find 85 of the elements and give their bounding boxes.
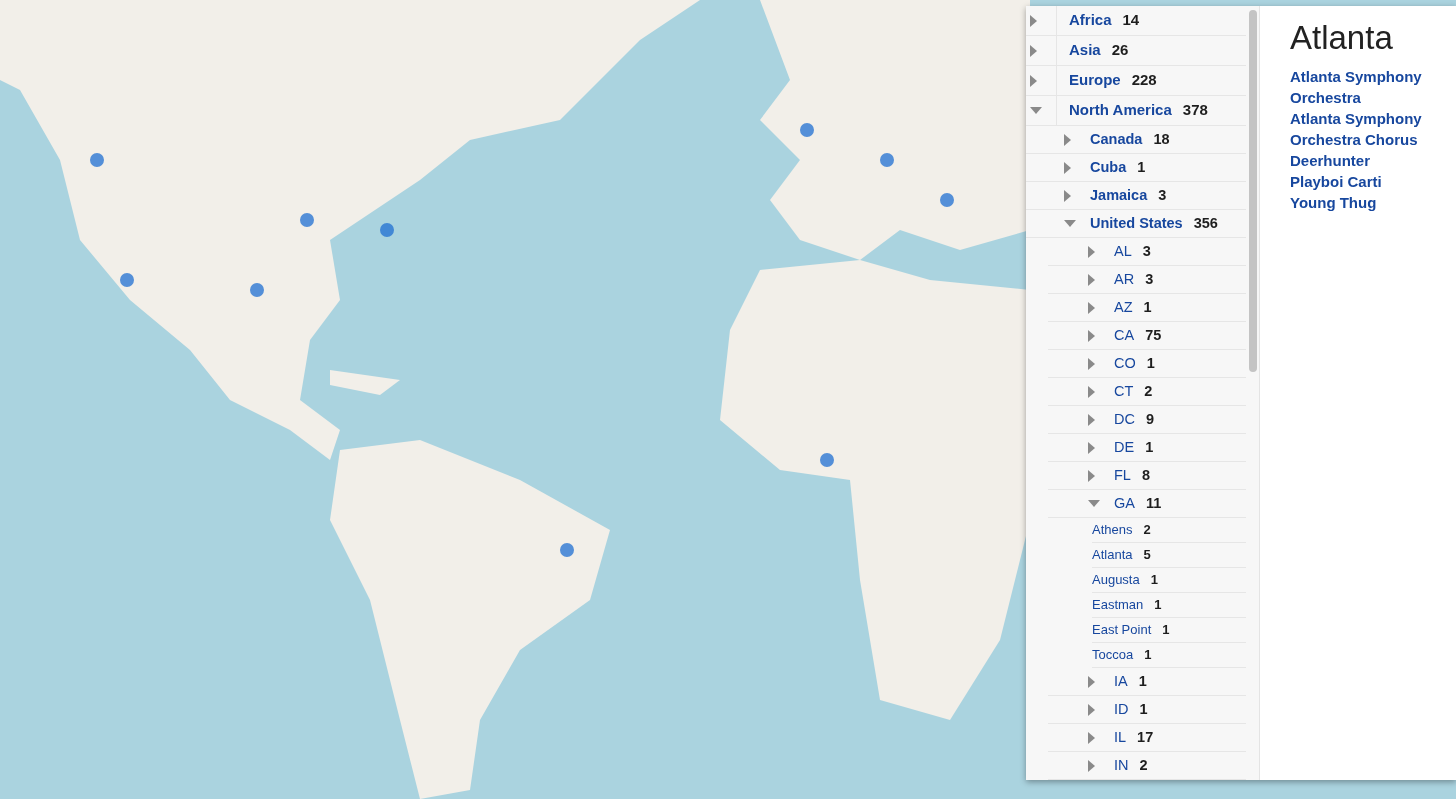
tree-item-label[interactable]: Jamaica (1090, 184, 1148, 207)
tree-item-label[interactable]: IA (1114, 670, 1128, 693)
collapse-arrow-icon[interactable] (1088, 500, 1100, 507)
expand-arrow-icon[interactable] (1088, 301, 1095, 314)
expand-arrow-icon[interactable] (1088, 441, 1095, 454)
collapse-arrow-icon[interactable] (1030, 107, 1042, 114)
tree-item-label[interactable]: Atlanta (1092, 545, 1133, 565)
item-count: 9 (1145, 409, 1155, 429)
tree-item-label[interactable]: Cuba (1090, 156, 1127, 179)
tree-item-label[interactable]: Asia (1069, 39, 1101, 62)
tree-item-label[interactable]: IN (1114, 754, 1129, 777)
expand-arrow-icon[interactable] (1030, 74, 1037, 87)
artist-link[interactable]: Atlanta Symphony Orchestra Chorus (1290, 108, 1440, 151)
expand-arrow-icon[interactable] (1088, 357, 1095, 370)
tree-item-label[interactable]: CT (1114, 380, 1134, 403)
artist-link[interactable]: Atlanta Symphony Orchestra (1290, 66, 1440, 109)
item-count: 75 (1145, 325, 1162, 345)
item-count: 17 (1137, 727, 1154, 747)
item-count: 26 (1111, 40, 1129, 61)
item-count: 1 (1145, 437, 1154, 457)
tree-item-label[interactable]: CA (1114, 324, 1135, 347)
item-count: 5 (1143, 546, 1151, 565)
item-count: 1 (1154, 596, 1162, 615)
tree-item-label[interactable]: Athens (1092, 520, 1133, 540)
tree-item-label[interactable]: AZ (1114, 296, 1133, 319)
artist-link[interactable]: Deerhunter (1290, 150, 1440, 172)
tree-item-label[interactable]: Canada (1090, 128, 1143, 151)
tree-item-label[interactable]: Toccoa (1092, 645, 1134, 665)
expand-arrow-icon[interactable] (1088, 273, 1095, 286)
item-count: 1 (1137, 157, 1146, 177)
tree-item-label[interactable]: GA (1114, 492, 1135, 515)
tree-item-label[interactable]: North America (1069, 99, 1172, 122)
tree-item-label[interactable]: IL (1114, 726, 1127, 749)
item-count: 3 (1142, 241, 1151, 261)
expand-arrow-icon[interactable] (1088, 731, 1095, 744)
expand-arrow-icon[interactable] (1088, 703, 1095, 716)
item-count: 3 (1158, 185, 1167, 205)
item-count: 1 (1139, 699, 1148, 719)
item-count: 3 (1145, 269, 1154, 289)
expand-arrow-icon[interactable] (1088, 675, 1095, 688)
tree-item-label[interactable]: ID (1114, 698, 1129, 721)
expand-arrow-icon[interactable] (1088, 469, 1095, 482)
artist-link[interactable]: Playboi Carti (1290, 171, 1440, 193)
item-count: 378 (1182, 100, 1208, 121)
expand-arrow-icon[interactable] (1030, 14, 1037, 27)
item-count: 11 (1145, 493, 1162, 513)
item-count: 1 (1144, 646, 1152, 665)
scrollbar-thumb[interactable] (1249, 10, 1257, 372)
expand-arrow-icon[interactable] (1064, 161, 1071, 174)
item-count: 1 (1143, 297, 1152, 317)
tree-item-label[interactable]: AL (1114, 240, 1132, 263)
expand-arrow-icon[interactable] (1088, 413, 1095, 426)
collapse-arrow-icon[interactable] (1064, 220, 1076, 227)
expand-arrow-icon[interactable] (1088, 329, 1095, 342)
tree-item-label[interactable]: AR (1114, 268, 1135, 291)
item-count: 2 (1143, 521, 1151, 540)
item-count: 1 (1162, 621, 1170, 640)
tree-item-label[interactable]: Africa (1069, 9, 1112, 32)
tree-item-label[interactable]: DE (1114, 436, 1135, 459)
item-count: 18 (1153, 129, 1170, 149)
tree-item-label[interactable]: DC (1114, 408, 1135, 431)
item-count: 1 (1138, 671, 1147, 691)
expand-arrow-icon[interactable] (1030, 44, 1037, 57)
artist-link[interactable]: Young Thug (1290, 192, 1440, 214)
item-count: 14 (1122, 10, 1140, 31)
item-count: 1 (1150, 571, 1158, 590)
tree-item-label[interactable]: Augusta (1092, 570, 1140, 590)
item-count: 2 (1144, 381, 1153, 401)
item-count: 2 (1139, 755, 1148, 775)
item-count: 1 (1146, 353, 1155, 373)
expand-arrow-icon[interactable] (1088, 245, 1095, 258)
tree-item-label[interactable]: FL (1114, 464, 1131, 487)
tree-item-label[interactable]: United States (1090, 212, 1183, 235)
item-count: 356 (1193, 213, 1218, 233)
expand-arrow-icon[interactable] (1064, 133, 1071, 146)
detail-title: Atlanta (1290, 20, 1394, 57)
expand-arrow-icon[interactable] (1088, 385, 1095, 398)
tree-item-label[interactable]: Europe (1069, 69, 1121, 92)
expand-arrow-icon[interactable] (1064, 189, 1071, 202)
item-count: 228 (1131, 70, 1157, 91)
tree-item-label[interactable]: Eastman (1092, 595, 1144, 615)
tree-item-label[interactable]: East Point (1092, 620, 1152, 640)
tree-item-label[interactable]: CO (1114, 352, 1136, 375)
expand-arrow-icon[interactable] (1088, 759, 1095, 772)
item-count: 8 (1141, 465, 1150, 485)
